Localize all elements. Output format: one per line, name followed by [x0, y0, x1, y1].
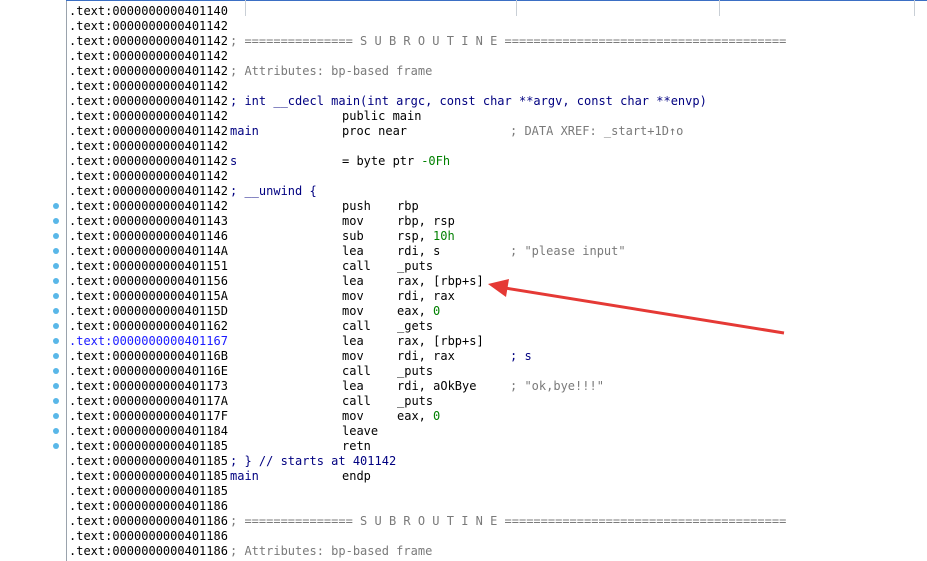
- annotation-arrow: [488, 279, 785, 335]
- arrow-shaft: [504, 286, 785, 335]
- arrow-head: [488, 279, 509, 297]
